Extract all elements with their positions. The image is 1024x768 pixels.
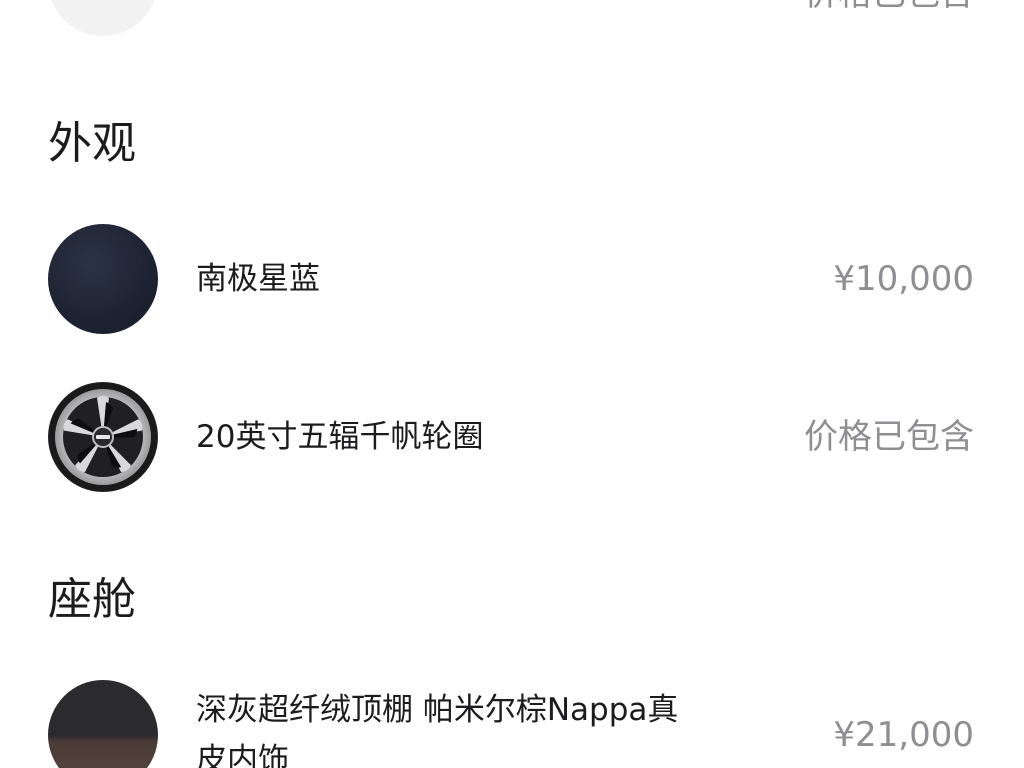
wheel-icon (48, 382, 158, 492)
option-label-interior-line1: 深灰超纤绒顶棚 帕米尔棕Nappa真 (196, 692, 679, 728)
interior-swatch-icon (48, 680, 158, 768)
section-title-exterior: 外观 (48, 118, 136, 169)
option-label-interior-line2: 皮内饰 (196, 742, 289, 768)
option-price-paint: ¥10,000 (833, 259, 974, 299)
option-price-interior: ¥21,000 (833, 715, 974, 755)
option-label-paint: 南极星蓝 (196, 261, 320, 297)
config-summary-page: 价格已包含 外观 南极星蓝 ¥10,000 (0, 0, 1024, 768)
option-thumbnail (48, 0, 158, 36)
section-title-cabin: 座舱 (48, 574, 136, 625)
paint-swatch-icon (48, 224, 158, 334)
option-label-wheel: 20英寸五辐千帆轮圈 (196, 419, 484, 455)
option-price: 价格已包含 (804, 0, 974, 18)
option-price-wheel: 价格已包含 (804, 417, 974, 457)
